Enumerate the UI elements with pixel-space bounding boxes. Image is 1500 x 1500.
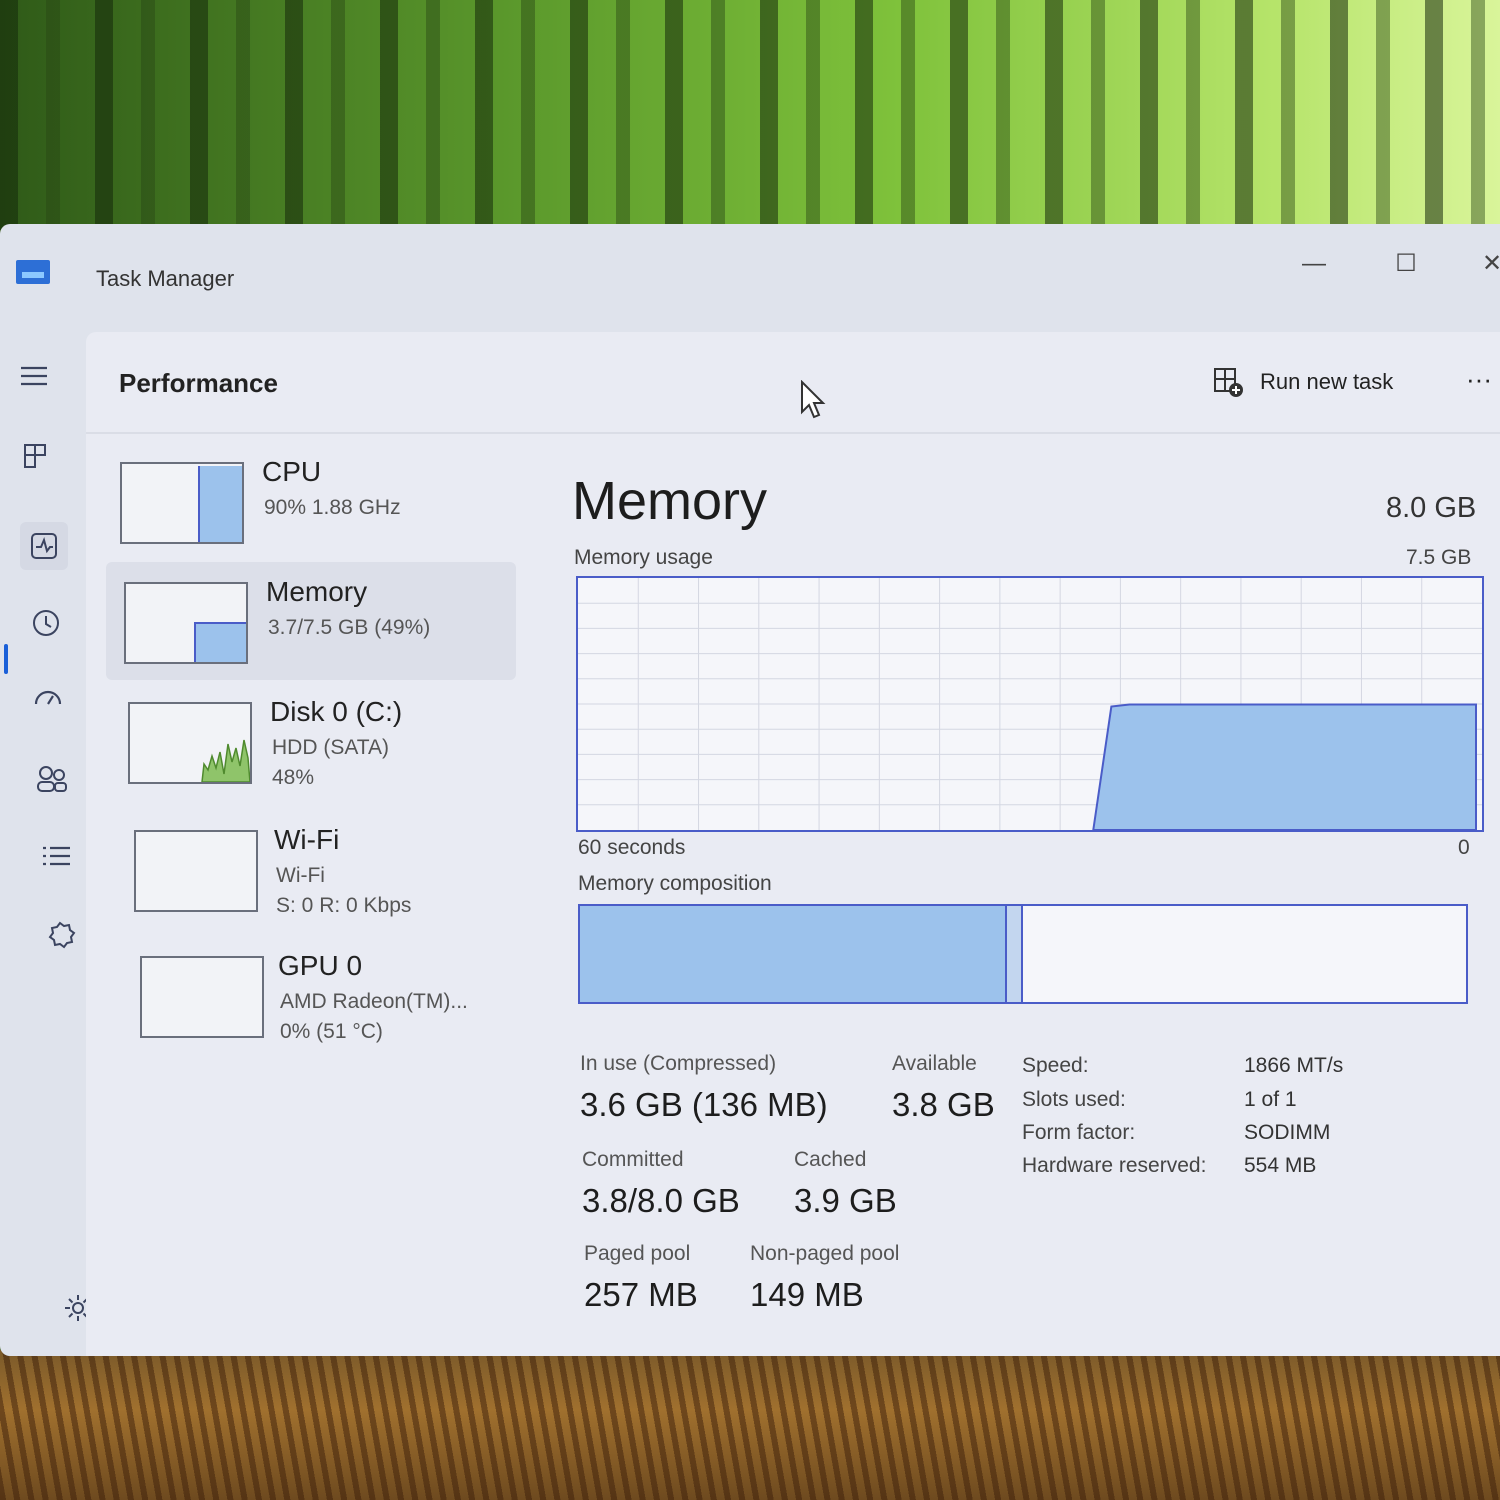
spec-key: Slots used: bbox=[1022, 1088, 1126, 1111]
spec-value: 554 MB bbox=[1244, 1154, 1317, 1177]
spec-value: SODIMM bbox=[1244, 1121, 1331, 1144]
run-new-task-icon bbox=[1214, 368, 1243, 397]
stat-label: Cached bbox=[794, 1148, 867, 1171]
stat-committed: Committed 3.8/8.0 GB bbox=[582, 1148, 740, 1220]
page-title: Performance bbox=[119, 368, 278, 398]
perf-item-name: Memory bbox=[266, 576, 368, 607]
stat-label: In use (Compressed) bbox=[580, 1052, 777, 1075]
maximize-button[interactable]: ☐ bbox=[1386, 244, 1426, 284]
memory-usage-area bbox=[1092, 703, 1477, 831]
composition-modified-segment bbox=[1007, 906, 1024, 1002]
stat-non-paged-pool: Non-paged pool 149 MB bbox=[750, 1242, 899, 1314]
memory-composition-bar bbox=[578, 904, 1468, 1004]
window-title: Task Manager bbox=[96, 266, 235, 291]
active-nav-indicator bbox=[4, 644, 8, 674]
perf-item-cpu[interactable]: CPU 90% 1.88 GHz bbox=[106, 442, 516, 560]
perf-item-detail-2: 48% bbox=[272, 766, 315, 789]
users-icon[interactable] bbox=[32, 762, 72, 802]
stat-paged-pool: Paged pool 257 MB bbox=[584, 1242, 698, 1314]
close-button[interactable]: ✕ bbox=[1472, 244, 1500, 284]
hamburger-icon[interactable] bbox=[14, 360, 54, 400]
spec-row-form-factor: Form factor: SODIMM bbox=[1022, 1121, 1422, 1155]
performance-panel: Performance Run new task ··· CPU 90% 1.8… bbox=[86, 332, 1500, 1356]
stat-value: 149 MB bbox=[750, 1276, 864, 1313]
stat-available: Available 3.8 GB bbox=[892, 1052, 995, 1124]
spec-row-slots: Slots used: 1 of 1 bbox=[1022, 1088, 1422, 1122]
disk-thumbnail-graph bbox=[128, 702, 252, 784]
stat-cached: Cached 3.9 GB bbox=[794, 1148, 897, 1220]
task-manager-window: Task Manager — ☐ ✕ Performance Run new t… bbox=[0, 224, 1500, 1356]
stat-value: 3.8 GB bbox=[892, 1086, 995, 1123]
stat-label: Available bbox=[892, 1052, 977, 1075]
perf-item-disk[interactable]: Disk 0 (C:) HDD (SATA) 48% bbox=[106, 682, 516, 800]
wifi-thumbnail-graph bbox=[134, 830, 258, 912]
stat-in-use: In use (Compressed) 3.6 GB (136 MB) bbox=[580, 1052, 828, 1124]
stat-label: Paged pool bbox=[584, 1242, 691, 1265]
run-new-task-button[interactable]: Run new task bbox=[1212, 362, 1393, 402]
perf-item-gpu[interactable]: GPU 0 AMD Radeon(TM)... 0% (51 °C) bbox=[106, 936, 516, 1054]
app-history-icon[interactable] bbox=[26, 606, 66, 646]
more-options-button[interactable]: ··· bbox=[1466, 364, 1492, 395]
cpu-thumbnail-graph bbox=[120, 462, 244, 544]
perf-item-memory[interactable]: Memory 3.7/7.5 GB (49%) bbox=[106, 562, 516, 680]
processes-icon[interactable] bbox=[16, 440, 56, 480]
perf-item-detail-2: S: 0 R: 0 Kbps bbox=[276, 894, 412, 917]
spec-value: 1 of 1 bbox=[1244, 1088, 1297, 1111]
perf-item-name: Disk 0 (C:) bbox=[270, 696, 403, 727]
memory-thumbnail-graph bbox=[124, 582, 248, 664]
memory-usage-label: Memory usage bbox=[574, 546, 713, 569]
startup-apps-icon[interactable] bbox=[28, 684, 68, 724]
cpu-thumbnail-fill bbox=[198, 466, 242, 542]
disk-activity-sparkline bbox=[201, 739, 250, 782]
title-bar: Task Manager — ☐ ✕ bbox=[0, 224, 1500, 332]
perf-item-detail: 3.7/7.5 GB (49%) bbox=[268, 616, 431, 639]
spec-key: Hardware reserved: bbox=[1022, 1154, 1207, 1177]
spec-value: 1866 MT/s bbox=[1244, 1054, 1344, 1077]
details-icon[interactable] bbox=[36, 840, 76, 880]
performance-header: Performance Run new task ··· bbox=[86, 332, 1500, 434]
memory-total: 8.0 GB bbox=[1386, 492, 1477, 524]
wallpaper-top bbox=[0, 0, 1500, 230]
run-new-task-label: Run new task bbox=[1260, 369, 1394, 394]
memory-heading: Memory bbox=[572, 471, 768, 531]
wallpaper-bottom bbox=[0, 1350, 1500, 1500]
perf-item-name: CPU bbox=[262, 456, 322, 487]
perf-item-detail: Wi-Fi bbox=[276, 864, 325, 887]
spec-key: Form factor: bbox=[1022, 1121, 1136, 1144]
stat-label: Committed bbox=[582, 1148, 684, 1171]
memory-usage-graph bbox=[576, 576, 1484, 832]
services-icon[interactable] bbox=[40, 918, 80, 958]
spec-row-speed: Speed: 1866 MT/s bbox=[1022, 1054, 1422, 1088]
stat-value: 257 MB bbox=[584, 1276, 698, 1313]
minimize-button[interactable]: — bbox=[1294, 244, 1334, 284]
memory-usage-max: 7.5 GB bbox=[1406, 546, 1472, 569]
perf-item-name: Wi-Fi bbox=[274, 824, 340, 855]
gpu-thumbnail-graph bbox=[140, 956, 264, 1038]
perf-item-name: GPU 0 bbox=[278, 950, 363, 981]
stat-label: Non-paged pool bbox=[750, 1242, 900, 1265]
spec-row-hardware-reserved: Hardware reserved: 554 MB bbox=[1022, 1154, 1422, 1188]
stat-value: 3.6 GB (136 MB) bbox=[580, 1086, 828, 1123]
memory-composition-label: Memory composition bbox=[578, 872, 772, 895]
perf-item-wifi[interactable]: Wi-Fi Wi-Fi S: 0 R: 0 Kbps bbox=[106, 810, 516, 928]
perf-item-detail-2: 0% (51 °C) bbox=[280, 1020, 383, 1043]
navigation-rail bbox=[0, 344, 86, 1344]
perf-item-detail: HDD (SATA) bbox=[272, 736, 390, 759]
mouse-cursor-icon bbox=[801, 380, 826, 419]
performance-icon[interactable] bbox=[20, 522, 68, 570]
stat-value: 3.8/8.0 GB bbox=[582, 1182, 740, 1219]
perf-item-detail: AMD Radeon(TM)... bbox=[280, 990, 468, 1013]
memory-thumbnail-fill bbox=[194, 622, 246, 662]
stat-value: 3.9 GB bbox=[794, 1182, 897, 1219]
spec-key: Speed: bbox=[1022, 1054, 1089, 1077]
composition-in-use-segment bbox=[580, 906, 1008, 1002]
task-manager-app-icon bbox=[16, 260, 50, 284]
perf-item-detail: 90% 1.88 GHz bbox=[264, 496, 401, 519]
graph-axis-left: 60 seconds bbox=[578, 836, 686, 859]
graph-axis-right: 0 bbox=[1458, 836, 1470, 859]
memory-usage-chart bbox=[578, 578, 1482, 831]
